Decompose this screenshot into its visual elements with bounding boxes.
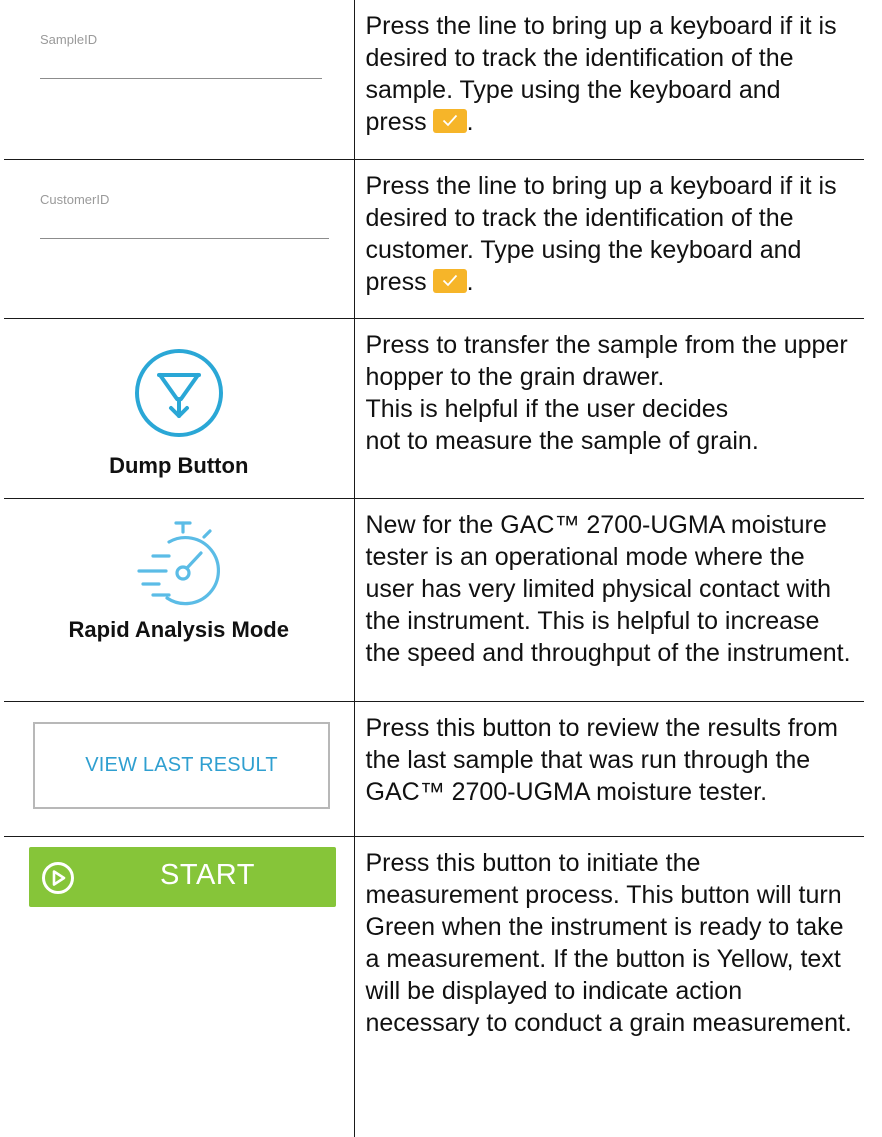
customer-id-input-line[interactable] [40, 237, 329, 239]
press-word: press [365, 108, 427, 136]
confirm-check-icon [432, 109, 467, 133]
confirm-check-icon [432, 268, 467, 293]
view-last-result-button[interactable]: VIEW LAST RESULT [33, 721, 330, 809]
description-cell: Press this button to initiate the measur… [353, 835, 864, 1137]
table-row: Dump Button Press to transfer the sample… [4, 317, 864, 499]
dump-button-caption: Dump Button [109, 452, 249, 478]
table-row: Rapid Analysis Mode New for the GAC™ 270… [4, 497, 864, 702]
table-row: START Press this button to initiate the … [4, 835, 864, 1137]
description-text: Press to transfer the sample from the up… [365, 330, 848, 455]
customer-id-field[interactable]: CustomerID [40, 192, 329, 239]
customer-id-label: CustomerID [40, 191, 110, 207]
start-button[interactable]: START [29, 846, 336, 907]
description-cell: New for the GAC™ 2700-UGMA moisture test… [353, 497, 864, 702]
control-cell: Rapid Analysis Mode [4, 497, 355, 702]
control-cell: SampleID [4, 0, 355, 160]
table-row: VIEW LAST RESULT Press this button to re… [4, 700, 864, 837]
sample-id-field[interactable]: SampleID [40, 32, 322, 79]
dump-funnel-icon[interactable] [131, 345, 227, 446]
description-text: Press the line to bring up a keyboard if… [365, 12, 837, 136]
press-word: press [365, 267, 427, 296]
control-cell: Dump Button [4, 317, 355, 499]
description-cell: Press the line to bring up a keyboard if… [353, 158, 864, 319]
description-cell: Press this button to review the results … [353, 700, 864, 837]
table-row: SampleID Press the line to bring up a ke… [4, 0, 864, 160]
description-cell: Press the line to bring up a keyboard if… [353, 0, 864, 160]
control-cell: VIEW LAST RESULT [4, 700, 355, 837]
control-cell: CustomerID [4, 158, 355, 319]
description-text: Press this button to review the results … [365, 713, 838, 806]
description-text: New for the GAC™ 2700-UGMA moisture test… [365, 510, 851, 667]
reference-table: SampleID Press the line to bring up a ke… [4, 0, 864, 1137]
sample-id-input-line[interactable] [40, 78, 322, 79]
table-row: CustomerID Press the line to bring up a … [4, 158, 864, 319]
rapid-analysis-caption: Rapid Analysis Mode [68, 616, 289, 642]
description-cell: Press to transfer the sample from the up… [353, 317, 864, 499]
control-cell: START [4, 835, 355, 1137]
stopwatch-icon[interactable] [131, 519, 227, 620]
description-text: Press this button to initiate the measur… [365, 848, 852, 1037]
start-button-label: START [160, 858, 255, 891]
description-text: Press the line to bring up a keyboard if… [365, 171, 837, 296]
sample-id-label: SampleID [40, 32, 98, 47]
